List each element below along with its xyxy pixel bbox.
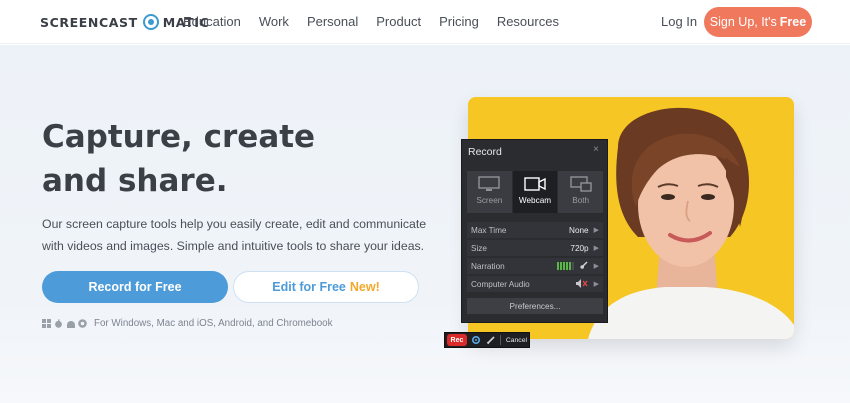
nav-link-resources[interactable]: Resources bbox=[497, 14, 559, 29]
new-badge: New! bbox=[349, 280, 380, 294]
both-icon bbox=[569, 176, 592, 196]
platform-support: For Windows, Mac and iOS, Android, and C… bbox=[42, 318, 333, 329]
edit-button-label: Edit for Free bbox=[272, 280, 346, 294]
mode-both-label: Both bbox=[572, 196, 590, 205]
mode-screen-label: Screen bbox=[476, 196, 503, 205]
max-time-value: None bbox=[569, 225, 589, 235]
nav-link-work[interactable]: Work bbox=[259, 14, 289, 29]
mode-screen-button[interactable]: Screen bbox=[467, 171, 513, 213]
signup-label: Sign Up, It's bbox=[709, 15, 777, 29]
microphone-icon bbox=[580, 260, 588, 272]
rec-button[interactable]: Rec bbox=[447, 334, 467, 346]
pencil-icon[interactable] bbox=[485, 334, 497, 346]
platform-icons bbox=[42, 319, 90, 328]
audio-level-meter bbox=[556, 262, 575, 270]
record-for-free-button[interactable]: Record for Free bbox=[42, 271, 228, 303]
edit-for-free-button[interactable]: Edit for Free New! bbox=[233, 271, 419, 303]
cancel-button[interactable]: Cancel bbox=[506, 337, 527, 344]
preferences-label: Preferences... bbox=[509, 301, 561, 311]
computer-audio-row[interactable]: Computer Audio ▶ bbox=[467, 276, 603, 292]
panel-title: Record bbox=[468, 146, 502, 158]
top-navbar: SCREENCAST MATIC Education Work Personal… bbox=[0, 0, 850, 44]
recording-controls-bar: Rec Cancel bbox=[444, 332, 530, 348]
screen-icon bbox=[478, 176, 501, 196]
webcam-icon bbox=[524, 176, 546, 196]
apple-icon bbox=[54, 319, 63, 328]
android-icon bbox=[66, 319, 75, 328]
mode-webcam-button[interactable]: Webcam bbox=[512, 171, 559, 213]
narration-row[interactable]: Narration ▶ bbox=[467, 258, 603, 274]
record-settings-panel: Record × Screen Webcam Both Max Time Non… bbox=[461, 139, 608, 323]
narration-label: Narration bbox=[471, 261, 505, 271]
chevron-right-icon: ▶ bbox=[593, 227, 599, 234]
nav-link-product[interactable]: Product bbox=[376, 14, 421, 29]
divider bbox=[499, 335, 501, 345]
signup-free-label: Free bbox=[779, 15, 807, 29]
close-icon[interactable]: × bbox=[593, 144, 599, 155]
size-value: 720p bbox=[570, 243, 589, 253]
size-label: Size bbox=[471, 243, 487, 253]
max-time-label: Max Time bbox=[471, 225, 507, 235]
chevron-right-icon: ▶ bbox=[593, 245, 599, 252]
nav-link-pricing[interactable]: Pricing bbox=[439, 14, 479, 29]
chevron-right-icon: ▶ bbox=[593, 263, 599, 270]
chevron-right-icon: ▶ bbox=[593, 281, 599, 288]
login-link[interactable]: Log In bbox=[661, 14, 697, 29]
preferences-button[interactable]: Preferences... bbox=[467, 298, 603, 314]
logo-record-icon bbox=[142, 14, 159, 30]
capture-mode-selector: Screen Webcam Both bbox=[467, 171, 603, 213]
mode-webcam-label: Webcam bbox=[518, 196, 552, 205]
speaker-muted-icon bbox=[575, 278, 588, 290]
nav-link-personal[interactable]: Personal bbox=[307, 14, 358, 29]
rec-label: Rec bbox=[450, 336, 464, 344]
hero-subtext: Our screen capture tools help you easily… bbox=[42, 217, 427, 253]
computer-audio-label: Computer Audio bbox=[471, 279, 530, 289]
platform-text: For Windows, Mac and iOS, Android, and C… bbox=[94, 318, 333, 329]
record-button-label: Record for Free bbox=[88, 280, 182, 294]
max-time-row[interactable]: Max Time None ▶ bbox=[467, 222, 603, 238]
brand-name-left: SCREENCAST bbox=[40, 14, 138, 30]
signup-button[interactable]: Sign Up, It's Free bbox=[704, 7, 812, 37]
nav-link-education[interactable]: Education bbox=[183, 14, 241, 29]
hero-headline: Capture, create and share. bbox=[42, 119, 316, 199]
chrome-icon bbox=[78, 319, 87, 328]
nav-links: Education Work Personal Product Pricing … bbox=[183, 14, 577, 29]
size-row[interactable]: Size 720p ▶ bbox=[467, 240, 603, 256]
mode-both-button[interactable]: Both bbox=[558, 171, 603, 213]
gear-icon[interactable] bbox=[470, 334, 482, 346]
windows-icon bbox=[42, 319, 51, 328]
